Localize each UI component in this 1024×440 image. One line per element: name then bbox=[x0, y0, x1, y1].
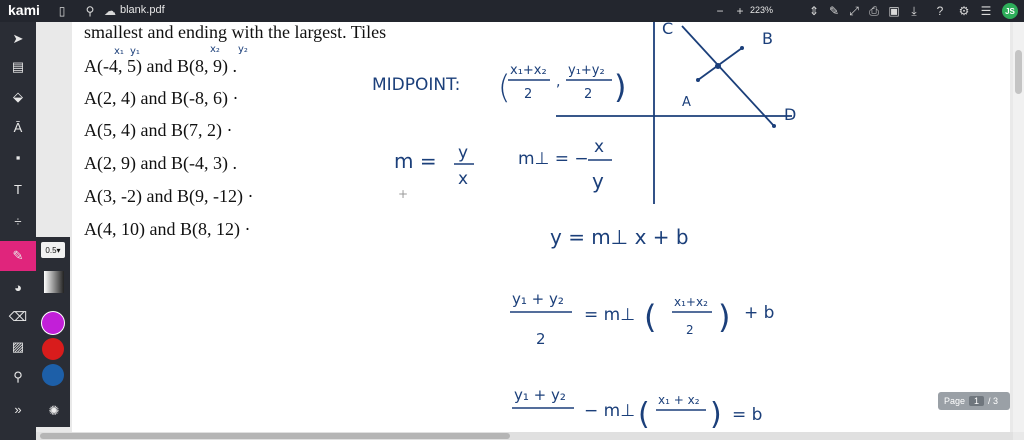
divide-icon[interactable]: ÷ bbox=[7, 210, 29, 232]
ink-paren-close: ) bbox=[710, 397, 722, 432]
ink-slope-x: x bbox=[458, 169, 468, 189]
page-label: Page bbox=[944, 396, 966, 406]
zoom-level[interactable]: 223% bbox=[750, 5, 773, 15]
ink-eq2-frac-bottom: 2 bbox=[686, 323, 694, 337]
menu-icon[interactable]: ☰ bbox=[978, 3, 994, 19]
ink-eq2-mid: = m⊥ bbox=[584, 305, 635, 325]
ink-point-c: C bbox=[662, 22, 673, 38]
ink-label-x2: x₂ bbox=[210, 44, 220, 55]
page-total: / 3 bbox=[988, 396, 999, 406]
ink-midpoint-dot bbox=[715, 63, 721, 69]
search-icon[interactable]: ⚲ bbox=[82, 3, 98, 19]
book-icon[interactable]: ▤ bbox=[7, 56, 29, 78]
text-highlight-icon[interactable]: Ā bbox=[7, 116, 29, 138]
pen-size-value: 0.5 bbox=[45, 245, 57, 255]
cursor-icon[interactable]: ➤ bbox=[7, 28, 29, 50]
file-name[interactable]: blank.pdf bbox=[120, 4, 165, 16]
ink-midpoint-label: MIDPOINT: bbox=[372, 75, 460, 95]
more-icon[interactable]: » bbox=[7, 398, 29, 420]
ink-point-a: A bbox=[682, 95, 691, 110]
ink-slope-y: y bbox=[458, 143, 468, 163]
color-swatch-purple[interactable] bbox=[42, 312, 64, 334]
ink-perp-y: y bbox=[592, 169, 604, 193]
ink-eq2-top: y₁ + y₂ bbox=[512, 290, 564, 308]
comment-icon[interactable]: ▪ bbox=[7, 146, 29, 168]
palette-icon[interactable]: ✺ bbox=[43, 400, 65, 422]
stamp-icon[interactable]: ⬙ bbox=[7, 86, 29, 108]
vertical-scrollbar[interactable] bbox=[1013, 22, 1024, 432]
ink-eq2-tail: + b bbox=[744, 303, 774, 323]
opacity-slider[interactable] bbox=[44, 271, 64, 293]
vertical-scroll-thumb[interactable] bbox=[1015, 50, 1022, 94]
shapes-icon[interactable]: ◕ bbox=[7, 276, 29, 298]
ink-eq2-bottom: 2 bbox=[536, 330, 546, 348]
pen-size-select[interactable]: 0.5 ▾ bbox=[41, 242, 65, 258]
print-icon[interactable]: ⎙ bbox=[866, 3, 882, 19]
text-icon[interactable]: T bbox=[7, 178, 29, 200]
ink-mid-top-1: x₁+x₂ bbox=[510, 63, 547, 78]
ink-mid-bottom-2: 2 bbox=[584, 87, 592, 102]
ink-comma: , bbox=[556, 74, 560, 90]
ink-label-x1: x₁ bbox=[114, 46, 124, 57]
kami-logo: kami bbox=[8, 2, 40, 18]
share-icon[interactable]: ⤢ bbox=[846, 3, 862, 19]
sidebar-toggle-icon[interactable]: ▯ bbox=[54, 3, 70, 19]
handwriting-layer: x₁ y₁ x₂ y₂ MIDPOINT: ( x₁+x₂ 2 , y₁+y₂ … bbox=[114, 22, 796, 432]
ink-paren-open: ( bbox=[644, 298, 656, 336]
ink-paren-close: ) bbox=[614, 68, 626, 106]
help-icon[interactable]: ? bbox=[932, 3, 948, 19]
image-icon[interactable]: ▨ bbox=[7, 336, 29, 358]
ink-eq2-frac-top: x₁+x₂ bbox=[674, 295, 708, 309]
ink-eq3-frac-top: x₁ + x₂ bbox=[658, 393, 700, 407]
settings-icon[interactable]: ⚙ bbox=[956, 3, 972, 19]
eraser-icon[interactable]: ⌫ bbox=[7, 306, 29, 328]
ink-line-eq: y = m⊥ x + b bbox=[550, 225, 689, 249]
ink-eq3-tail: = b bbox=[732, 405, 762, 425]
color-swatch-blue[interactable] bbox=[42, 364, 64, 386]
color-swatch-red[interactable] bbox=[42, 338, 64, 360]
page-number-input[interactable]: 1 bbox=[969, 396, 985, 406]
ink-paren-open: ( bbox=[498, 68, 510, 106]
zoom-in-button[interactable]: + bbox=[732, 3, 748, 19]
zoom-out-button[interactable]: − bbox=[712, 3, 728, 19]
ink-point-b-dot bbox=[740, 46, 744, 50]
horizontal-scrollbar[interactable] bbox=[36, 432, 1013, 440]
ink-mid-bottom-1: 2 bbox=[524, 87, 532, 102]
document-page[interactable]: smallest and ending with the largest. Ti… bbox=[72, 22, 1010, 432]
download-icon[interactable]: ⤓ bbox=[906, 3, 922, 19]
ink-point-a-dot bbox=[696, 78, 700, 82]
ink-label-y1: y₁ bbox=[130, 46, 140, 57]
horizontal-scroll-thumb[interactable] bbox=[40, 433, 510, 439]
ink-point-b: B bbox=[762, 29, 773, 48]
save-icon[interactable]: ▣ bbox=[886, 3, 902, 19]
avatar[interactable]: JS bbox=[1002, 3, 1018, 19]
ink-eq3-top: y₁ + y₂ bbox=[514, 386, 566, 404]
ink-paren-open: ( bbox=[638, 397, 650, 432]
ink-mid-top-2: y₁+y₂ bbox=[568, 63, 605, 78]
ink-paren-close: ) bbox=[718, 298, 730, 336]
left-toolbar: ➤ ▤ ⬙ Ā ▪ T ÷ ✎ ◕ ⌫ ▨ ⚲ » bbox=[0, 22, 36, 440]
page-indicator[interactable]: Page 1 / 3 bbox=[938, 392, 1010, 410]
ink-eq3-mid: − m⊥ bbox=[584, 401, 635, 421]
cloud-icon: ☁ bbox=[104, 4, 116, 18]
ink-point-d-dot bbox=[772, 124, 776, 128]
ink-line-cd bbox=[681, 25, 775, 127]
ink-perp-x: x bbox=[594, 137, 604, 157]
ink-point-d: D bbox=[784, 105, 796, 124]
ink-crosshair: + bbox=[398, 187, 408, 201]
ink-slope: m = bbox=[394, 149, 437, 173]
annotation-toggle-icon[interactable]: ✎ bbox=[826, 3, 842, 19]
ink-perp-slope: m⊥ = − bbox=[518, 149, 589, 169]
pen-icon[interactable]: ✎ bbox=[0, 241, 36, 271]
top-bar: kami ▯ ⚲ ☁ blank.pdf − + 223% ⇕ ✎ ⤢ ⎙ ▣ … bbox=[0, 0, 1024, 22]
drawing-pin-icon[interactable]: ⚲ bbox=[7, 366, 29, 388]
chevron-updown-icon[interactable]: ⇕ bbox=[806, 3, 822, 19]
ink-label-y2: y₂ bbox=[238, 44, 248, 55]
